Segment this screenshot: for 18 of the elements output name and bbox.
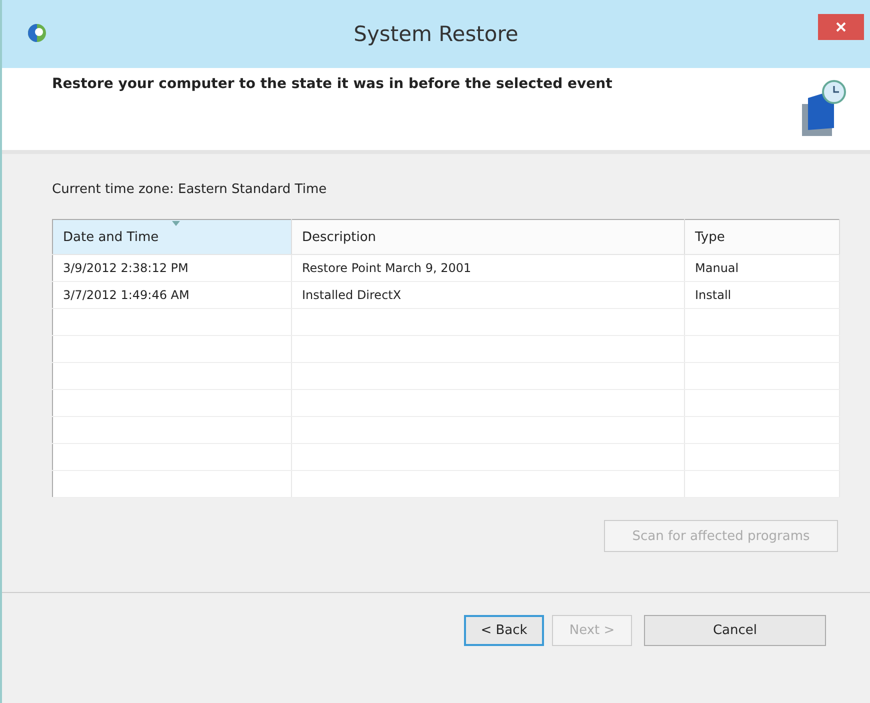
wizard-button[interactable]: < Back bbox=[464, 615, 544, 646]
window-title: System Restore bbox=[352, 22, 520, 46]
wizard-button[interactable]: Cancel bbox=[644, 615, 826, 646]
column-header[interactable]: Type bbox=[684, 220, 840, 254]
table-cell: Restore Point March 9, 2001 bbox=[292, 254, 684, 282]
wizard-heading: Restore your computer to the state it was in before the selected event bbox=[52, 76, 612, 94]
table-cell: Installed DirectX bbox=[292, 282, 684, 308]
column-header[interactable]: Description bbox=[292, 220, 684, 254]
column-header[interactable]: Date and Time bbox=[52, 220, 292, 254]
table-cell: Manual bbox=[684, 254, 840, 282]
time-zone-label: Current time zone: Eastern Standard Time bbox=[52, 182, 328, 197]
close-button[interactable] bbox=[818, 14, 864, 40]
table-cell: 3/7/2012 1:49:46 AM bbox=[52, 282, 292, 308]
table-cell: 3/9/2012 2:38:12 PM bbox=[52, 254, 292, 282]
close-icon bbox=[836, 22, 846, 32]
sort-arrow-icon bbox=[172, 221, 180, 226]
table-cell: Install bbox=[684, 282, 840, 308]
restore-icon bbox=[26, 22, 48, 44]
